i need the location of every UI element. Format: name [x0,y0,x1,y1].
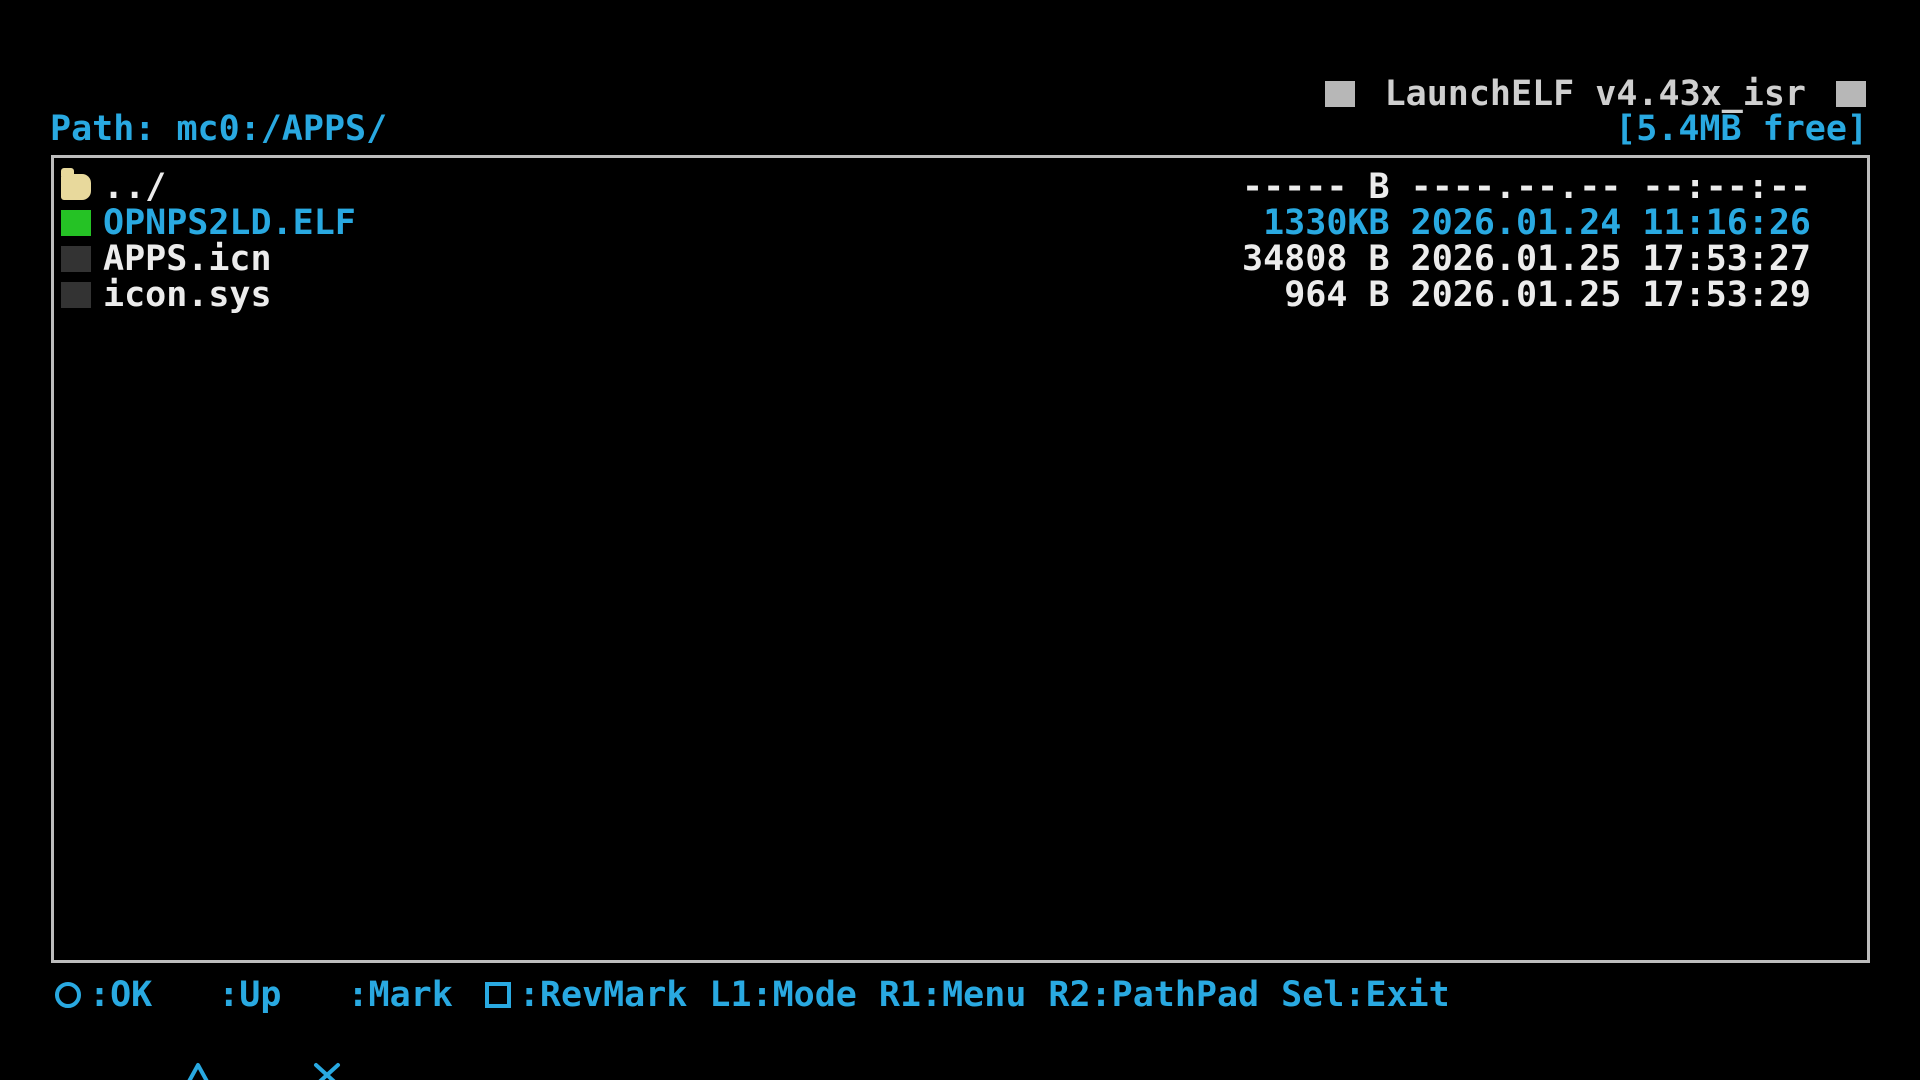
app-title: LaunchELF v4.43x_isr [1384,74,1806,114]
hint-revmark: :RevMark [518,975,688,1015]
hint-up: :Up [218,975,282,1015]
file-list-panel: ../ ----- B ----.--.-- --:--:-- OPNPS2LD… [51,155,1870,963]
circle-button-icon [55,982,81,1008]
file-time: 17:53:29 [1642,275,1811,315]
file-time: 17:53:27 [1642,239,1811,279]
file-icon [61,282,91,308]
file-name: OPNPS2LD.ELF [103,203,356,243]
hint-ok: :OK [89,975,153,1015]
file-time: --:--:-- [1642,167,1811,207]
title-left-square-icon [1324,81,1355,107]
button-hints-bar: :OK :Up :Mark :RevMark L1:Mode R1:Menu R… [55,975,1450,1080]
file-time: 11:16:26 [1642,203,1811,243]
file-size: ----- B [1242,167,1390,207]
hint-mark: :Mark [347,975,453,1015]
hint-menu: R1:Menu [878,975,1027,1015]
title-right-square-icon [1836,81,1866,107]
triangle-button-icon [184,982,210,1080]
folder-icon [61,168,91,200]
file-row-parent-dir[interactable]: ../ ----- B ----.--.-- --:--:-- [61,167,1811,207]
file-date: ----.--.-- [1410,167,1622,207]
file-row-icon-sys[interactable]: icon.sys 964 B 2026.01.25 17:53:29 [61,275,1811,315]
file-name: ../ [103,167,167,207]
square-button-icon [484,982,511,1008]
file-icon [61,246,91,272]
file-size: 1330KB [1263,203,1390,243]
path-label: Path: [50,109,156,149]
file-meta: 34808 B 2026.01.25 17:53:27 [1242,241,1811,277]
cross-button-icon [313,982,341,1080]
hint-pathpad: R2:PathPad [1048,975,1260,1015]
file-date: 2026.01.25 [1410,275,1622,315]
file-row-apps-icn[interactable]: APPS.icn 34808 B 2026.01.25 17:53:27 [61,239,1811,279]
file-date: 2026.01.24 [1410,203,1622,243]
path-display: Path: mc0:/APPS/ [50,109,387,149]
file-size: 964 B [1284,275,1390,315]
file-row-opnps2ld-elf[interactable]: OPNPS2LD.ELF 1330KB 2026.01.24 11:16:26 [61,203,1811,243]
file-date: 2026.01.25 [1410,239,1622,279]
file-name: icon.sys [103,275,272,315]
free-space-indicator: [5.4MB free] [1615,109,1868,149]
hint-mode: L1:Mode [709,975,857,1015]
hint-exit: Sel:Exit [1281,975,1450,1015]
file-meta: 964 B 2026.01.25 17:53:29 [1284,277,1811,313]
elf-file-icon [61,210,91,236]
file-name: APPS.icn [103,239,272,279]
path-value: mc0:/APPS/ [176,109,388,149]
file-meta: ----- B ----.--.-- --:--:-- [1242,169,1811,205]
file-meta: 1330KB 2026.01.24 11:16:26 [1263,205,1811,241]
title-bar: LaunchELF v4.43x_isr [1324,74,1866,114]
file-size: 34808 B [1242,239,1390,279]
